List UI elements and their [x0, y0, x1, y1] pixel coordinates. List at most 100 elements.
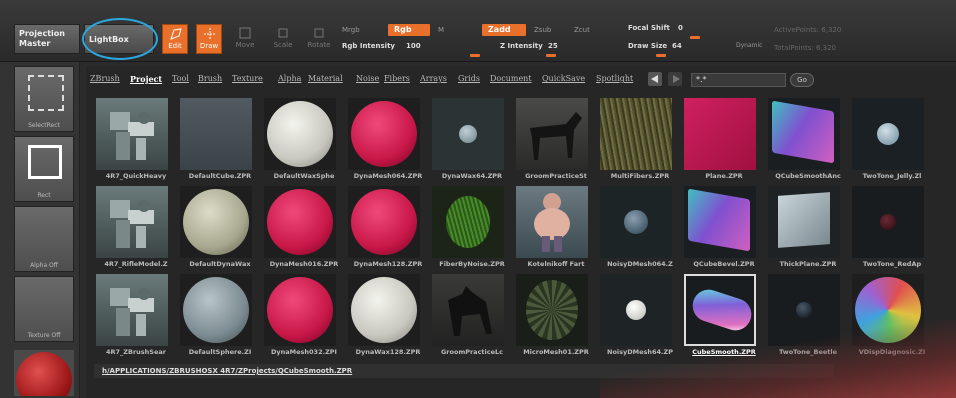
thumbnail-image — [348, 98, 420, 170]
thumbnail-image — [516, 186, 588, 258]
project-thumbnail[interactable]: DynaMesh064.ZPR — [346, 98, 428, 180]
tab-fibers[interactable]: Fibers — [384, 74, 410, 83]
selectrect-button[interactable]: SelectRect — [14, 66, 74, 132]
project-thumbnail[interactable]: MicroMesh01.ZPR — [514, 274, 596, 356]
arrow-right-icon — [673, 75, 680, 83]
project-thumbnail[interactable]: GroomPracticeSt — [514, 98, 596, 180]
tab-brush[interactable]: Brush — [198, 74, 222, 83]
mrgb-toggle[interactable]: Mrgb — [342, 26, 360, 34]
project-thumbnail[interactable]: NoisyDMesh064.Z — [598, 186, 680, 268]
project-thumbnail[interactable]: DefaultSphere.ZI — [178, 274, 260, 356]
tab-alpha[interactable]: Alpha — [278, 74, 301, 83]
tab-zbrush[interactable]: ZBrush — [90, 74, 120, 83]
texture-button[interactable]: Texture Off — [14, 276, 74, 342]
projection-master-button[interactable]: Projection Master — [14, 24, 80, 54]
rgb-toggle[interactable]: Rgb — [388, 24, 430, 36]
project-thumbnail[interactable]: TwoTone_Jelly.Zl — [850, 98, 932, 180]
thick-plane-icon — [778, 192, 830, 248]
focal-shift-slider[interactable] — [690, 36, 700, 39]
tab-texture[interactable]: Texture — [232, 74, 263, 83]
tab-noise[interactable]: Noise — [356, 74, 379, 83]
project-thumbnail[interactable]: 4R7_ZBrushSear — [94, 274, 176, 356]
dynamic-toggle[interactable]: Dynamic — [736, 42, 762, 49]
tab-arrays[interactable]: Arrays — [420, 74, 447, 83]
thumbnail-label: Kotelnikoff Fart — [527, 260, 585, 268]
project-thumbnail[interactable]: TwoTone_RedAp — [850, 186, 932, 268]
edit-label: Edit — [168, 42, 182, 50]
zadd-toggle[interactable]: Zadd — [482, 24, 526, 36]
project-thumbnail[interactable]: DynaMesh128.ZPR — [346, 186, 428, 268]
project-thumbnail[interactable]: 4R7_QuickHeavy — [94, 98, 176, 180]
small-sphere-icon — [459, 125, 477, 143]
thumbnail-image — [768, 98, 840, 170]
prev-arrow-button[interactable] — [648, 72, 662, 86]
rect-button[interactable]: Rect — [14, 136, 74, 202]
move-button[interactable]: Move — [232, 24, 258, 54]
project-thumbnail[interactable]: ThickPlane.ZPR — [766, 186, 848, 268]
draw-size-value[interactable]: 64 — [672, 42, 682, 50]
project-thumbnail[interactable]: DynaMesh016.ZPR — [262, 186, 344, 268]
thumbnail-image — [180, 186, 252, 258]
project-thumbnail[interactable]: DynaMesh032.ZPI — [262, 274, 344, 356]
tab-quicksave[interactable]: QuickSave — [542, 74, 585, 83]
thumbnail-image — [180, 98, 252, 170]
material-sphere-icon — [16, 352, 72, 396]
project-thumbnail[interactable]: DynaWax64.ZPR — [430, 98, 512, 180]
top-toolbar: Projection Master LightBox Edit Draw Mov… — [0, 0, 956, 62]
project-thumbnail[interactable]: DefaultDynaWax — [178, 186, 260, 268]
grass-icon — [446, 196, 490, 248]
alpha-button[interactable]: Alpha Off — [14, 206, 74, 272]
lightbox-button[interactable]: LightBox — [84, 24, 154, 54]
draw-size-slider[interactable] — [656, 54, 666, 57]
noisy-sphere-icon — [624, 210, 648, 234]
zsub-toggle[interactable]: Zsub — [534, 26, 551, 34]
project-thumbnail[interactable]: DynaWax128.ZPR — [346, 274, 428, 356]
focal-shift-value[interactable]: 0 — [678, 24, 683, 32]
tab-grids[interactable]: Grids — [458, 74, 480, 83]
tab-project[interactable]: Project — [130, 74, 162, 84]
rotate-icon — [314, 28, 324, 38]
project-thumbnail[interactable]: DefaultWaxSphe — [262, 98, 344, 180]
project-thumbnail[interactable]: GroomPracticeLc — [430, 274, 512, 356]
m-toggle[interactable]: M — [438, 26, 444, 34]
draw-size-label: Draw Size — [628, 42, 668, 50]
scale-label: Scale — [273, 41, 293, 49]
draw-button[interactable]: Draw — [196, 24, 222, 54]
scale-button[interactable]: Scale — [270, 24, 296, 54]
tab-document[interactable]: Document — [490, 74, 532, 83]
thumbnail-label: 4R7_ZBrushSear — [106, 348, 166, 356]
rgb-intensity-value[interactable]: 100 — [406, 42, 421, 50]
project-thumbnail[interactable]: QCubeSmoothAnc — [766, 98, 848, 180]
thumbnail-label: ThickPlane.ZPR — [779, 260, 837, 268]
edit-button[interactable]: Edit — [162, 24, 188, 54]
project-thumbnail[interactable]: Plane.ZPR — [682, 98, 764, 180]
rgb-intensity-slider[interactable] — [470, 54, 480, 57]
left-panel: SelectRect Rect Alpha Off Texture Off — [0, 62, 80, 398]
thumbnail-image — [96, 186, 168, 258]
red-sphere-icon — [267, 277, 333, 343]
rotate-button[interactable]: Rotate — [306, 24, 332, 54]
project-thumbnail[interactable]: Kotelnikoff Fart — [514, 186, 596, 268]
thumbnail-label: QCubeSmoothAnc — [775, 172, 841, 180]
draw-label: Draw — [199, 42, 219, 50]
project-thumbnail[interactable]: DefaultCube.ZPR — [178, 98, 260, 180]
z-intensity-slider[interactable] — [546, 54, 556, 57]
tab-spotlight[interactable]: Spotlight — [596, 74, 633, 83]
z-intensity-value[interactable]: 25 — [548, 42, 558, 50]
thumbnail-label: QCubeBevel.ZPR — [693, 260, 755, 268]
go-button[interactable]: Go — [790, 73, 814, 87]
material-button[interactable] — [14, 350, 74, 396]
thumbnail-image — [96, 98, 168, 170]
project-thumbnail[interactable]: MultiFibers.ZPR — [598, 98, 680, 180]
tab-material[interactable]: Material — [308, 74, 343, 83]
horse-icon — [530, 112, 582, 160]
thumbnail-label: DynaMesh016.ZPR — [269, 260, 339, 268]
zcut-toggle[interactable]: Zcut — [574, 26, 590, 34]
next-arrow-button[interactable] — [668, 72, 682, 86]
search-input[interactable]: *.* — [691, 73, 786, 87]
project-thumbnail[interactable]: FiberByNoise.ZPR — [430, 186, 512, 268]
project-thumbnail[interactable]: QCubeBevel.ZPR — [682, 186, 764, 268]
tab-tool[interactable]: Tool — [172, 74, 189, 83]
move-icon — [239, 27, 251, 39]
project-thumbnail[interactable]: 4R7_RifleModel.Z — [94, 186, 176, 268]
